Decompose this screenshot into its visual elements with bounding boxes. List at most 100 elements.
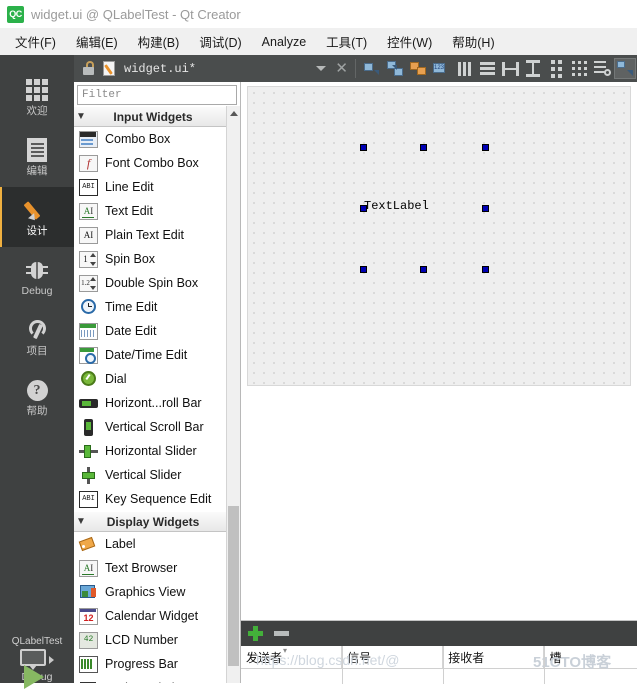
- widget-box-panel: Filter ▼ Input Widgets Combo Box f Font …: [74, 82, 241, 683]
- column-header-receiver[interactable]: 接收者: [443, 646, 545, 668]
- column-header-slot[interactable]: 槽: [544, 646, 637, 668]
- mode-item-edit[interactable]: 编辑: [0, 127, 74, 187]
- layout-splitter-vertical-button[interactable]: [522, 58, 544, 79]
- layout-horizontally-button[interactable]: [453, 58, 475, 79]
- widget-item-horizontal-line[interactable]: Horizontal Line: [74, 676, 240, 683]
- run-button-icon[interactable]: [24, 665, 44, 689]
- widget-item-font-combo-box[interactable]: f Font Combo Box: [74, 151, 240, 175]
- mode-selector-bar: 欢迎 编辑 设计 Debug 项目 ? 帮助 QLabelTest Debug: [0, 55, 74, 689]
- timeedit-icon: [79, 298, 98, 316]
- mode-label-debug: Debug: [21, 285, 53, 297]
- mode-label-design: 设计: [26, 225, 48, 237]
- open-file-name[interactable]: widget.ui*: [124, 62, 196, 76]
- menu-debug[interactable]: 调试(D): [190, 29, 250, 54]
- selection-handle-bottom-center[interactable]: [420, 266, 427, 273]
- column-divider: [342, 646, 343, 684]
- break-layout-button[interactable]: [591, 58, 613, 79]
- design-form[interactable]: TextLabel: [247, 86, 631, 386]
- selection-handle-bottom-left[interactable]: [360, 266, 367, 273]
- edit-widgets-tool[interactable]: [361, 58, 383, 79]
- grid-layout-icon: [571, 61, 587, 76]
- menu-edit[interactable]: 编辑(E): [67, 29, 127, 54]
- text-label-widget[interactable]: TextLabel: [364, 200, 429, 212]
- widget-box-scrollbar[interactable]: [226, 106, 240, 683]
- menu-analyze[interactable]: Analyze: [253, 32, 315, 52]
- widget-item-horizontal-slider[interactable]: Horizontal Slider: [74, 439, 240, 463]
- mode-label-edit: 编辑: [26, 165, 48, 177]
- grid-icon: [24, 77, 50, 103]
- widget-item-horizontal-scroll-bar[interactable]: Horizont...roll Bar: [74, 391, 240, 415]
- widget-item-datetime-edit[interactable]: Date/Time Edit: [74, 343, 240, 367]
- selection-handle-middle-right[interactable]: [482, 205, 489, 212]
- kit-selector[interactable]: QLabelTest Debug: [0, 636, 74, 689]
- widget-item-dial[interactable]: Dial: [74, 367, 240, 391]
- widget-item-spin-box[interactable]: 1 Spin Box: [74, 247, 240, 271]
- edit-buddies-tool[interactable]: [407, 58, 429, 79]
- edit-signals-slots-tool[interactable]: [384, 58, 406, 79]
- mode-item-welcome[interactable]: 欢迎: [0, 67, 74, 127]
- widget-group-input-widgets[interactable]: ▼ Input Widgets: [74, 106, 240, 127]
- lcdnumber-icon: 42: [79, 631, 98, 649]
- menu-file[interactable]: 文件(F): [6, 29, 65, 54]
- signal-slot-editor: 发送者 ▾ 信号 接收者 槽 https://blog.csdn.net/@ 5…: [241, 620, 637, 684]
- menu-help[interactable]: 帮助(H): [443, 29, 503, 54]
- chevron-down-icon[interactable]: [316, 66, 327, 71]
- horizontal-slider-icon: [79, 443, 98, 460]
- widget-item-lcd-number[interactable]: 42 LCD Number: [74, 628, 240, 652]
- chevron-up-icon[interactable]: [227, 106, 240, 120]
- selection-handle-top-left[interactable]: [360, 144, 367, 151]
- widget-item-line-edit[interactable]: ABI Line Edit: [74, 175, 240, 199]
- widget-item-plain-text-edit[interactable]: AI Plain Text Edit: [74, 223, 240, 247]
- horizontal-scrollbar-icon: [79, 395, 98, 412]
- minus-icon[interactable]: [274, 631, 289, 636]
- widget-item-label: Date Edit: [105, 324, 157, 338]
- widget-group-display-widgets[interactable]: ▼ Display Widgets: [74, 511, 240, 532]
- label-icon: [78, 536, 98, 553]
- selection-handle-bottom-right[interactable]: [482, 266, 489, 273]
- layout-vertically-button[interactable]: [476, 58, 498, 79]
- mode-item-projects[interactable]: 项目: [0, 307, 74, 367]
- form-layout-icon: [550, 59, 562, 78]
- column-header-signal[interactable]: 信号: [342, 646, 444, 668]
- widget-item-time-edit[interactable]: Time Edit: [74, 295, 240, 319]
- selection-handle-middle-left[interactable]: [360, 205, 367, 212]
- layout-horizontal-icon: [457, 61, 471, 76]
- widget-item-progress-bar[interactable]: Progress Bar: [74, 652, 240, 676]
- widget-item-key-sequence-edit[interactable]: ABI Key Sequence Edit: [74, 487, 240, 511]
- kit-expand-arrow-icon: [49, 655, 54, 664]
- graphicsview-icon: [79, 584, 98, 601]
- qt-creator-logo-icon: QC: [7, 5, 24, 23]
- widget-item-text-browser[interactable]: AI Text Browser: [74, 556, 240, 580]
- close-x-icon[interactable]: ✕: [335, 61, 348, 76]
- widget-item-date-edit[interactable]: Date Edit: [74, 319, 240, 343]
- form-editor-canvas[interactable]: TextLabel: [241, 82, 637, 620]
- widget-item-combo-box[interactable]: Combo Box: [74, 127, 240, 151]
- signal-slot-table-header: 发送者 ▾ 信号 接收者 槽: [241, 646, 637, 669]
- mode-item-design[interactable]: 设计: [0, 187, 74, 247]
- widget-item-vertical-slider[interactable]: Vertical Slider: [74, 463, 240, 487]
- mode-item-debug[interactable]: Debug: [0, 247, 74, 307]
- layout-splitter-horizontal-button[interactable]: [499, 58, 521, 79]
- selection-handle-top-right[interactable]: [482, 144, 489, 151]
- layout-in-grid-button[interactable]: [568, 58, 590, 79]
- widget-item-vertical-scroll-bar[interactable]: Vertical Scroll Bar: [74, 415, 240, 439]
- plaintextedit-icon: AI: [79, 226, 98, 244]
- widget-filter-input[interactable]: Filter: [77, 85, 237, 105]
- widget-item-text-edit[interactable]: AI Text Edit: [74, 199, 240, 223]
- unlocked-padlock-icon[interactable]: [82, 61, 96, 76]
- scrollbar-thumb[interactable]: [228, 506, 239, 666]
- edit-tab-order-tool[interactable]: 123: [430, 58, 452, 79]
- menu-build[interactable]: 构建(B): [129, 29, 189, 54]
- plus-icon[interactable]: [248, 626, 263, 641]
- menu-tools[interactable]: 工具(T): [317, 29, 376, 54]
- widget-item-calendar-widget[interactable]: 12 Calendar Widget: [74, 604, 240, 628]
- widget-item-double-spin-box[interactable]: 1.2 Double Spin Box: [74, 271, 240, 295]
- widget-item-graphics-view[interactable]: Graphics View: [74, 580, 240, 604]
- adjust-size-button[interactable]: [614, 58, 636, 79]
- menu-widgets[interactable]: 控件(W): [378, 29, 441, 54]
- selection-handle-top-center[interactable]: [420, 144, 427, 151]
- layout-in-form-button[interactable]: [545, 58, 567, 79]
- mode-item-help[interactable]: ? 帮助: [0, 367, 74, 427]
- column-header-sender[interactable]: 发送者 ▾: [241, 646, 343, 668]
- widget-item-label[interactable]: Label: [74, 532, 240, 556]
